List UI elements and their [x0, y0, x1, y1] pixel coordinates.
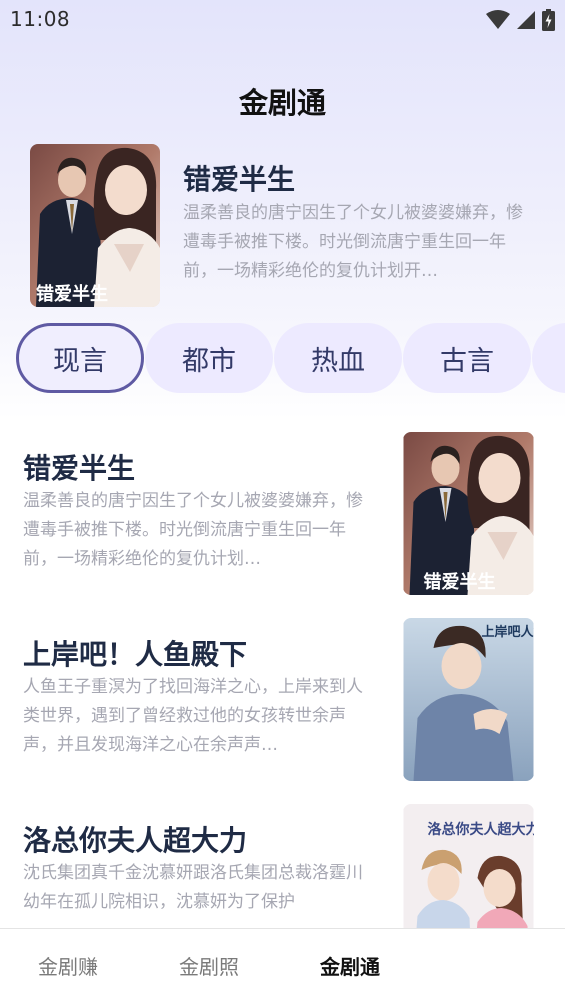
app-screen: 11:08 金剧通 错爱半生 错爱半生 温柔善良的唐宁因生了个女儿被婆婆嫌弃，惨… — [0, 0, 565, 1004]
genre-tab-guyan[interactable]: 古言 — [403, 323, 531, 393]
cover-poster-art: 上岸吧人鱼殿下 — [403, 618, 534, 781]
bottom-nav: 金剧赚 金剧照 金剧通 — [0, 928, 565, 1004]
status-icons — [486, 9, 555, 31]
genre-tab-dushi[interactable]: 都市 — [145, 323, 273, 393]
featured-title[interactable]: 错爱半生 — [183, 158, 295, 198]
featured-description: 温柔善良的唐宁因生了个女儿被婆婆嫌弃，惨遭毒手被推下楼。时光倒流唐宁重生回一年前… — [183, 203, 523, 281]
drama-title[interactable]: 错爱半生 — [23, 447, 135, 487]
genre-tab-xianyan[interactable]: 现言 — [16, 323, 144, 393]
drama-title[interactable]: 上岸吧！人鱼殿下 — [23, 633, 247, 673]
cover-title-text: 上岸吧人鱼殿下 — [482, 624, 535, 640]
drama-title[interactable]: 洛总你夫人超大力 — [23, 819, 247, 859]
battery-charging-icon — [542, 9, 555, 31]
genre-tab-more[interactable] — [532, 323, 565, 393]
nav-item-jinjuzhao[interactable]: 金剧照 — [179, 951, 239, 980]
signal-icon — [517, 11, 535, 29]
featured-cover-image[interactable]: 错爱半生 — [30, 144, 160, 307]
drama-cover-image[interactable]: 上岸吧人鱼殿下 — [403, 618, 534, 781]
page-title: 金剧通 — [238, 86, 326, 120]
status-bar: 11:08 — [0, 0, 565, 40]
wifi-icon — [486, 10, 510, 29]
status-time: 11:08 — [10, 7, 71, 31]
genre-tab-rexue[interactable]: 热血 — [274, 323, 402, 393]
cover-poster-art: 洛总你夫人超大力 — [403, 804, 534, 928]
drama-cover-image[interactable]: 错爱半生 — [403, 432, 534, 595]
cover-title-text: 错爱半生 — [36, 283, 108, 305]
cover-title-text: 错爱半生 — [424, 571, 496, 593]
drama-description: 人鱼王子重溟为了找回海洋之心，上岸来到人类世界，遇到了曾经救过他的女孩转世余声声… — [23, 677, 363, 755]
nav-item-jinjuzhuan[interactable]: 金剧赚 — [38, 951, 98, 980]
genre-tabs: 现言 都市 热血 古言 — [16, 323, 565, 393]
drama-description: 沈氏集团真千金沈慕妍跟洛氏集团总裁洛霆川幼年在孤儿院相识，沈慕妍为了保护 — [23, 863, 363, 912]
cover-poster-art: 错爱半生 — [403, 432, 534, 595]
drama-description: 温柔善良的唐宁因生了个女儿被婆婆嫌弃，惨遭毒手被推下楼。时光倒流唐宁重生回一年前… — [23, 491, 363, 569]
drama-cover-image[interactable]: 洛总你夫人超大力 — [403, 804, 534, 928]
cover-title-text: 洛总你夫人超大力 — [428, 821, 535, 838]
cover-poster-art: 错爱半生 — [30, 144, 160, 307]
nav-item-jinjutong[interactable]: 金剧通 — [320, 951, 380, 980]
